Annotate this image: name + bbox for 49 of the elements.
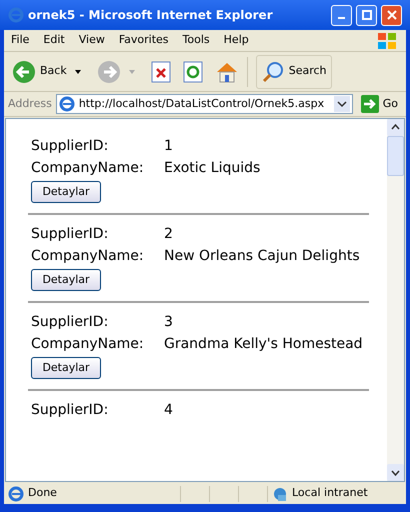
menu-item[interactable]: File (4, 32, 36, 49)
stop-icon[interactable] (150, 60, 171, 82)
field-value: Exotic Liquids (164, 159, 262, 177)
details-button[interactable]: Detaylar (31, 181, 101, 203)
details-button[interactable]: Detaylar (31, 357, 101, 379)
maximize-button[interactable] (356, 4, 377, 26)
address-field[interactable]: http://localhost/DataListControl/Ornek5.aspx (56, 94, 353, 114)
home-icon[interactable] (214, 60, 239, 82)
go-button[interactable]: Go (356, 95, 402, 113)
field-label: SupplierID: (31, 137, 110, 155)
menu-item[interactable]: Tools (176, 32, 217, 49)
menu-item[interactable]: Help (216, 32, 256, 49)
search-icon (260, 60, 285, 84)
address-label: Address (8, 96, 52, 112)
field-label: SupplierID: (31, 313, 110, 331)
menu-item[interactable]: Edit (36, 32, 72, 49)
details-button[interactable]: Detaylar (31, 269, 101, 291)
field-label: SupplierID: (31, 401, 110, 419)
page-icon (8, 486, 24, 502)
scroll-up-icon[interactable] (387, 119, 404, 136)
minimize-icon (338, 17, 345, 19)
minimize-button[interactable] (331, 4, 352, 26)
scroll-thumb[interactable] (387, 136, 404, 176)
scrollbar[interactable] (387, 119, 404, 481)
zone-text: Local intranet (292, 485, 369, 502)
field-value: 2 (164, 225, 174, 243)
dropdown-caret-icon[interactable] (74, 70, 81, 74)
search-button[interactable]: Search (256, 54, 332, 88)
menu-item[interactable]: Favorites (112, 32, 176, 49)
window-title: ornek5 - Microsoft Internet Explorer (28, 7, 274, 24)
menu-item[interactable]: View (72, 32, 112, 49)
field-label: CompanyName: (31, 247, 145, 265)
field-label: CompanyName: (31, 159, 145, 177)
field-value: 4 (164, 401, 174, 419)
back-button[interactable]: Back (12, 60, 67, 84)
maximize-icon (362, 10, 372, 20)
status-text: Done (28, 485, 58, 502)
field-label: CompanyName: (31, 335, 145, 353)
field-value: 3 (164, 313, 174, 331)
close-button[interactable] (381, 4, 402, 26)
network-icon (272, 486, 288, 502)
scroll-down-icon[interactable] (387, 464, 404, 481)
field-value: Grandma Kelly's Homestead (164, 335, 364, 353)
close-icon (386, 10, 396, 20)
page-icon (58, 96, 75, 112)
field-value: New Orleans Cajun Delights (164, 247, 361, 265)
field-value: 1 (164, 137, 174, 155)
windows-logo-icon (376, 30, 398, 50)
field-label: SupplierID: (31, 225, 110, 243)
